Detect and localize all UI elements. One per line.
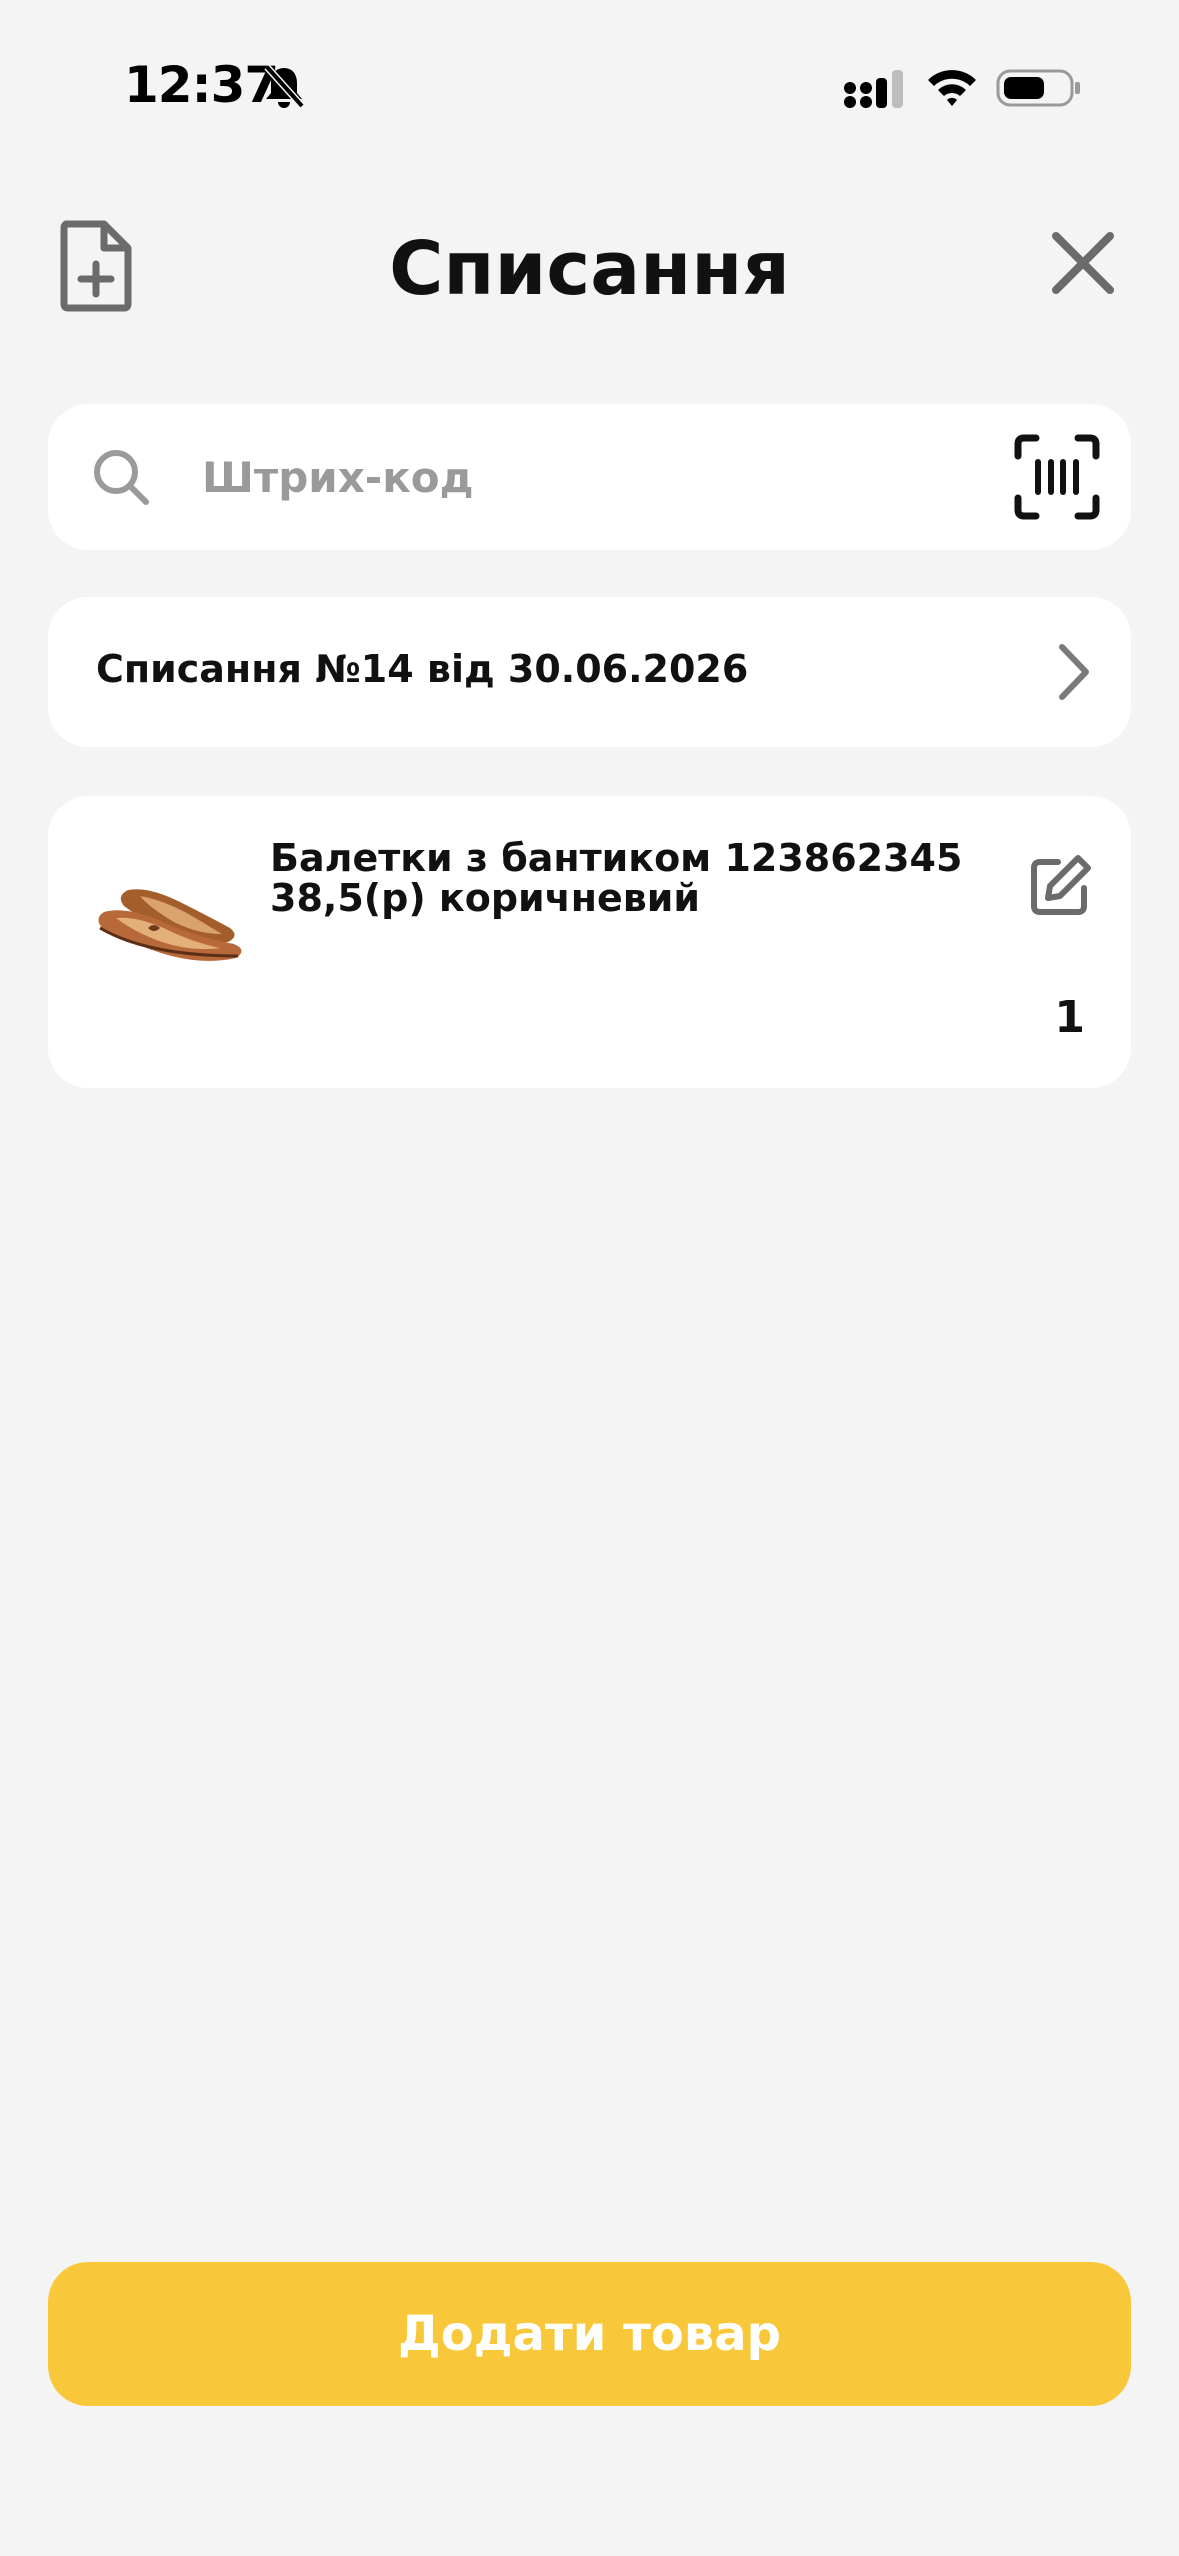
bell-slash-icon <box>264 64 305 109</box>
status-time: 12:37 <box>124 56 279 114</box>
barcode-input[interactable] <box>202 440 1002 514</box>
screen: 12:37 Списання Штрих-код Списання №14 ві… <box>0 0 1179 2556</box>
chevron-right-icon <box>1059 644 1089 700</box>
page-title: Списання <box>389 226 790 312</box>
status-bar: 12:37 <box>0 0 1179 150</box>
barcode-search-bar <box>48 404 1131 550</box>
product-name: Балетки з бантиком 123862345 38,5(р) кор… <box>270 836 963 920</box>
barcode-scan-icon[interactable] <box>1012 432 1102 522</box>
item-quantity: 1 <box>1054 992 1085 1043</box>
wifi-icon <box>928 70 976 106</box>
edit-icon[interactable] <box>1028 852 1094 918</box>
list-item[interactable]: Балетки з бантиком 123862345 38,5(р) кор… <box>48 796 1131 1088</box>
document-selector[interactable]: Списання №14 від 30.06.2026 <box>48 597 1131 747</box>
search-icon <box>94 450 149 505</box>
battery-icon <box>996 69 1080 107</box>
document-label: Списання №14 від 30.06.2026 <box>96 647 749 691</box>
header: Списання <box>0 200 1179 330</box>
cellular-signal-icon <box>844 70 903 108</box>
close-icon[interactable] <box>1050 230 1116 296</box>
add-product-button[interactable]: Додати товар <box>48 2262 1131 2406</box>
brown-ballet-flats-image <box>98 889 242 961</box>
